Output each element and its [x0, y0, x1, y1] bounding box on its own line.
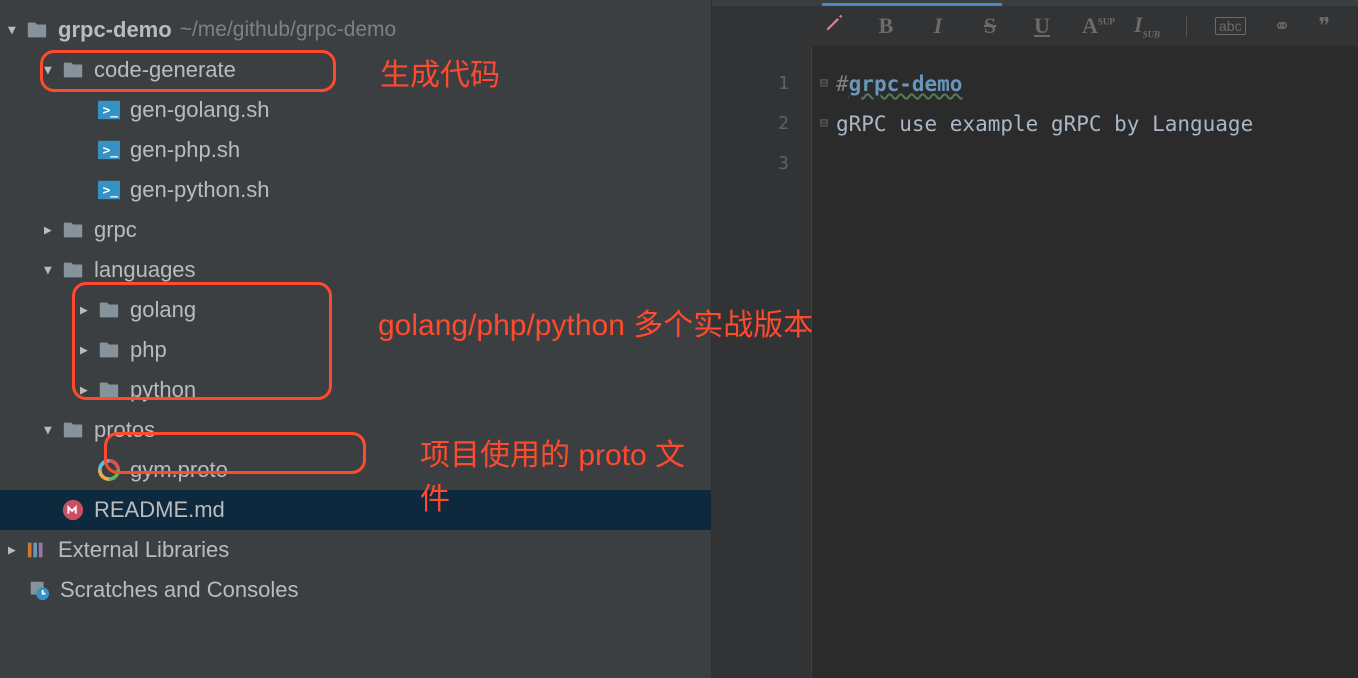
- md-hash: #: [836, 64, 849, 104]
- chevron-icon: ▶: [80, 343, 94, 357]
- scratches-icon: [28, 579, 50, 601]
- chevron-icon: ▶: [80, 303, 94, 317]
- subscript-button[interactable]: ISUB: [1134, 12, 1158, 39]
- markdown-toolbar: B I S U ASUP ISUB abc ⚭ ❞: [712, 6, 1358, 46]
- chevron-icon: ▼: [44, 263, 58, 277]
- root-label: grpc-demo: [58, 17, 172, 43]
- tree-item-protos[interactable]: ▼ protos: [0, 410, 711, 450]
- chevron-icon: ▶: [80, 383, 94, 397]
- tree-item-README-md[interactable]: README.md: [0, 490, 711, 530]
- abc-button[interactable]: abc: [1215, 17, 1246, 35]
- external-label: External Libraries: [58, 537, 229, 563]
- svg-text:>_: >_: [103, 184, 119, 199]
- external-libraries[interactable]: ▶ External Libraries: [0, 530, 711, 570]
- sh-icon: >_: [98, 99, 120, 121]
- link-icon[interactable]: ⚭: [1274, 14, 1291, 38]
- tree-item-label: gen-php.sh: [130, 137, 240, 163]
- svg-text:>_: >_: [103, 144, 119, 159]
- md-icon: [62, 499, 84, 521]
- tree-item-grpc[interactable]: ▶ grpc: [0, 210, 711, 250]
- folder-icon: [98, 379, 120, 401]
- tree-item-label: code-generate: [94, 57, 236, 83]
- folder-icon: [26, 19, 48, 41]
- tree-item-label: php: [130, 337, 167, 363]
- line-number: 2: [712, 104, 789, 144]
- tree-item-gym-proto[interactable]: gym.proto: [0, 450, 711, 490]
- tree-root[interactable]: ▼ grpc-demo ~/me/github/grpc-demo: [0, 10, 711, 50]
- chevron-icon: ▼: [44, 423, 58, 437]
- folder-icon: [62, 419, 84, 441]
- tree-item-label: grpc: [94, 217, 137, 243]
- line-number: 1: [712, 64, 789, 104]
- sh-icon: >_: [98, 179, 120, 201]
- quote-icon[interactable]: ❞: [1318, 13, 1330, 39]
- scratches-label: Scratches and Consoles: [60, 577, 298, 603]
- sh-icon: >_: [98, 139, 120, 161]
- code-area[interactable]: ⊟ # grpc-demo ⊟ gRPC use example gRPC by…: [812, 46, 1358, 678]
- project-tree-panel: ▼ grpc-demo ~/me/github/grpc-demo ▼ code-…: [0, 0, 712, 678]
- line-number: 3: [712, 144, 789, 184]
- proto-icon: [98, 459, 120, 481]
- folder-icon: [62, 59, 84, 81]
- tree-item-gen-php-sh[interactable]: >_ gen-php.sh: [0, 130, 711, 170]
- md-h1-text: grpc-demo: [849, 64, 963, 104]
- fold-icon[interactable]: ⊟: [820, 104, 834, 144]
- tree-item-gen-python-sh[interactable]: >_ gen-python.sh: [0, 170, 711, 210]
- tree-item-code-generate[interactable]: ▼ code-generate: [0, 50, 711, 90]
- strike-button[interactable]: S: [978, 13, 1002, 39]
- edit-pencil-icon[interactable]: [822, 13, 846, 39]
- libraries-icon: [26, 539, 48, 561]
- tree-item-label: golang: [130, 297, 196, 323]
- tree-item-label: gym.proto: [130, 457, 228, 483]
- italic-button[interactable]: I: [926, 13, 950, 39]
- chevron-icon: ▼: [44, 63, 58, 77]
- fold-icon[interactable]: ⊟: [820, 64, 834, 104]
- code-text: gRPC use example gRPC by Language: [836, 104, 1253, 144]
- tree-item-gen-golang-sh[interactable]: >_ gen-golang.sh: [0, 90, 711, 130]
- superscript-button[interactable]: ASUP: [1082, 13, 1106, 39]
- chevron-right-icon: ▶: [8, 543, 22, 557]
- toolbar-divider: [1186, 15, 1187, 37]
- tree-item-label: protos: [94, 417, 155, 443]
- tree-item-label: python: [130, 377, 196, 403]
- root-path: ~/me/github/grpc-demo: [180, 18, 397, 42]
- folder-icon: [98, 299, 120, 321]
- folder-icon: [62, 259, 84, 281]
- tree-item-php[interactable]: ▶ php: [0, 330, 711, 370]
- tree-item-label: README.md: [94, 497, 225, 523]
- chevron-down-icon: ▼: [8, 23, 22, 37]
- line-gutter: 1 2 3: [712, 46, 812, 678]
- svg-text:>_: >_: [103, 104, 119, 119]
- underline-button[interactable]: U: [1030, 13, 1054, 39]
- chevron-icon: ▶: [44, 223, 58, 237]
- tree-item-label: languages: [94, 257, 196, 283]
- folder-icon: [62, 219, 84, 241]
- folder-icon: [98, 339, 120, 361]
- tree-item-label: gen-golang.sh: [130, 97, 269, 123]
- editor-panel: B I S U ASUP ISUB abc ⚭ ❞ 1 2 3 ⊟ # grpc…: [712, 0, 1358, 678]
- tree-item-label: gen-python.sh: [130, 177, 269, 203]
- tree-item-python[interactable]: ▶ python: [0, 370, 711, 410]
- tree-item-languages[interactable]: ▼ languages: [0, 250, 711, 290]
- bold-button[interactable]: B: [874, 13, 898, 39]
- scratches-consoles[interactable]: Scratches and Consoles: [0, 570, 711, 610]
- tree-item-golang[interactable]: ▶ golang: [0, 290, 711, 330]
